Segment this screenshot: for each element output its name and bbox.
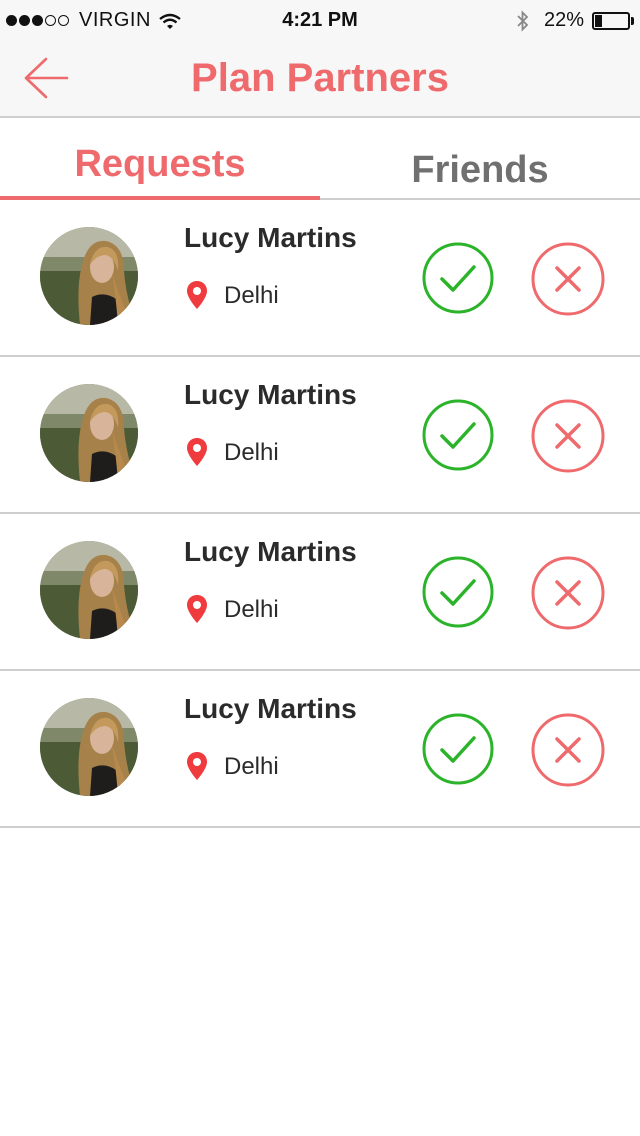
reject-request-button[interactable] — [531, 556, 605, 630]
navigation-bar: Plan Partners — [0, 40, 640, 118]
profile-photo — [40, 384, 138, 482]
reject-request-button[interactable] — [531, 399, 605, 473]
person-name: Lucy Martins — [184, 222, 357, 253]
person-name: Lucy Martins — [184, 379, 357, 410]
person-name: Lucy Martins — [184, 536, 357, 567]
accept-request-button[interactable] — [422, 242, 494, 314]
accept-request-button[interactable] — [422, 556, 494, 628]
close-circle-icon — [531, 556, 605, 630]
check-circle-icon — [422, 556, 494, 628]
status-right: 22% — [516, 9, 634, 32]
request-row: Lucy Martins Delhi — [0, 200, 640, 357]
reject-request-button[interactable] — [531, 713, 605, 787]
location-pin-icon — [187, 281, 207, 309]
check-circle-icon — [422, 399, 494, 471]
reject-request-button[interactable] — [531, 242, 605, 316]
profile-photo — [40, 541, 138, 639]
avatar[interactable] — [40, 541, 138, 639]
person-city: Delhi — [224, 753, 279, 780]
battery-level-fill — [595, 14, 602, 27]
tab-bar: Requests Friends — [0, 120, 640, 200]
avatar[interactable] — [40, 227, 138, 325]
battery-icon — [592, 11, 630, 30]
check-circle-icon — [422, 713, 494, 785]
close-circle-icon — [531, 399, 605, 473]
location-pin-icon — [187, 595, 207, 623]
close-circle-icon — [531, 242, 605, 316]
request-list: Lucy Martins Delhi Lucy Martins Delhi Lu… — [0, 200, 640, 828]
page-title: Plan Partners — [191, 56, 449, 100]
profile-photo — [40, 227, 138, 325]
accept-request-button[interactable] — [422, 399, 494, 471]
request-row: Lucy Martins Delhi — [0, 514, 640, 671]
bluetooth-icon — [517, 9, 529, 32]
person-name: Lucy Martins — [184, 693, 357, 724]
person-city: Delhi — [224, 282, 279, 309]
avatar[interactable] — [40, 698, 138, 796]
location-pin-icon — [187, 438, 207, 466]
status-bar: VIRGIN 4:21 PM 22% — [0, 0, 640, 40]
battery-percent: 22% — [543, 9, 584, 31]
tab-requests[interactable]: Requests — [0, 120, 320, 200]
accept-request-button[interactable] — [422, 713, 494, 785]
person-city: Delhi — [224, 596, 279, 623]
request-row: Lucy Martins Delhi — [0, 671, 640, 828]
avatar[interactable] — [40, 384, 138, 482]
location-pin-icon — [187, 752, 207, 780]
close-circle-icon — [531, 713, 605, 787]
tab-friends[interactable]: Friends — [320, 120, 640, 200]
profile-photo — [40, 698, 138, 796]
check-circle-icon — [422, 242, 494, 314]
person-city: Delhi — [224, 439, 279, 466]
request-row: Lucy Martins Delhi — [0, 357, 640, 514]
